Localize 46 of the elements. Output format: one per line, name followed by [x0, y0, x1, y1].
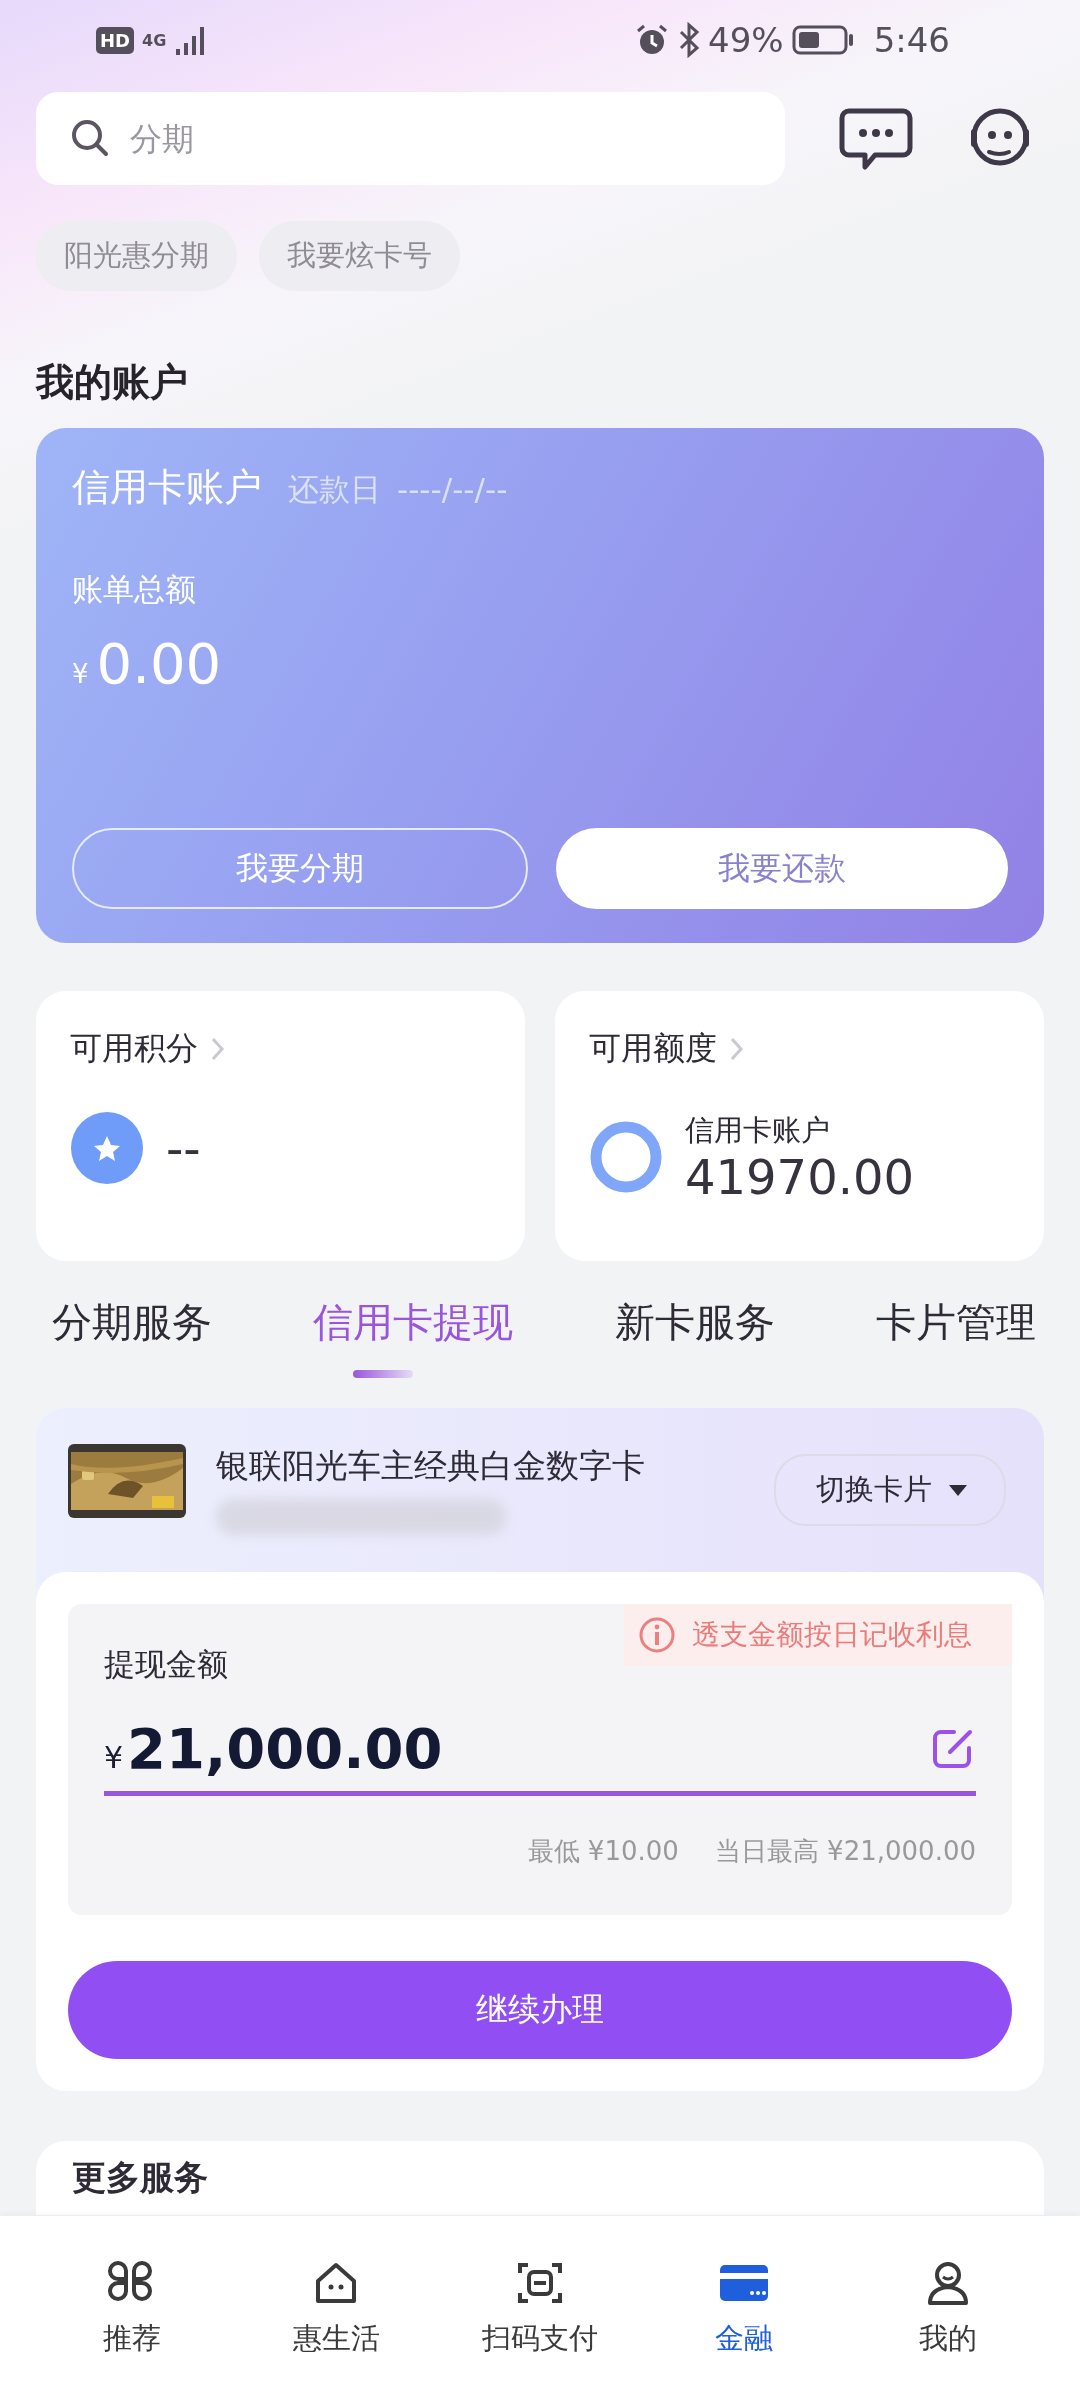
hd-badge: HD — [96, 26, 134, 54]
nav-tab[interactable]: 惠生活 — [256, 2257, 416, 2359]
nav-tab[interactable]: 我的 — [868, 2257, 1028, 2359]
card-name: 银联阳光车主经典白金数字卡 — [216, 1445, 646, 1487]
section-title: 更多服务 — [72, 2156, 209, 2199]
chat-icon[interactable] — [839, 106, 913, 171]
amount-label: 提现金额 — [104, 1645, 229, 1684]
search-field[interactable]: 分期 — [36, 92, 785, 185]
bluetooth-icon — [678, 22, 701, 58]
ring-icon — [589, 1120, 663, 1195]
summary-card[interactable]: 可用额度 信用卡账户 41970.00 — [555, 991, 1044, 1261]
points-value: -- — [166, 1121, 201, 1175]
summary-card[interactable]: 可用积分 -- — [36, 991, 525, 1261]
bill-amount: 0.00 — [96, 631, 222, 696]
interest-notice: 透支金额按日记收利息 — [624, 1604, 1012, 1666]
continue-button[interactable]: 继续办理 — [68, 1961, 1012, 2059]
info-icon — [638, 1616, 676, 1654]
dropdown-caret-icon — [948, 1483, 968, 1497]
amount-field[interactable]: ¥21,000.00 — [104, 1696, 976, 1796]
currency-symbol: ¥ — [72, 659, 89, 689]
nav-tab[interactable]: 推荐 — [52, 2257, 212, 2359]
battery-level: 49% — [708, 20, 784, 60]
clock-time: 5:46 — [873, 20, 950, 60]
daily-maximum: 当日最高 ¥21,000.00 — [714, 1835, 976, 1868]
due-date-label: 还款日 — [288, 470, 381, 509]
minimum-amount: 最低 ¥10.00 — [527, 1835, 679, 1868]
tab-indicator — [353, 1370, 414, 1378]
tab[interactable]: 信用卡提现 — [313, 1295, 514, 1378]
tab[interactable]: 新卡服务 — [614, 1295, 775, 1378]
tab[interactable]: 卡片管理 — [876, 1295, 1036, 1378]
account-label: 信用卡账户 — [685, 1112, 831, 1149]
total-label: 账单总额 — [72, 570, 197, 609]
tab[interactable]: 分期服务 — [52, 1295, 212, 1378]
chevron-icon — [729, 1036, 745, 1062]
nav-tab[interactable]: 金融 — [664, 2257, 824, 2359]
switch-card-button[interactable]: 切换卡片 — [774, 1454, 1006, 1526]
due-date: ----/--/-- — [397, 471, 508, 507]
battery-icon — [791, 24, 854, 56]
credit-value: 41970.00 — [685, 1151, 915, 1204]
card-label: 可用额度 — [589, 1028, 717, 1069]
card-title: 信用卡账户 — [72, 464, 262, 511]
network-label: 4G — [142, 30, 167, 50]
section-title: 我的账户 — [34, 359, 189, 406]
chevron-icon — [210, 1036, 226, 1062]
nav-tab[interactable]: 扫码支付 — [460, 2257, 620, 2359]
card-label: 可用积分 — [70, 1028, 198, 1069]
